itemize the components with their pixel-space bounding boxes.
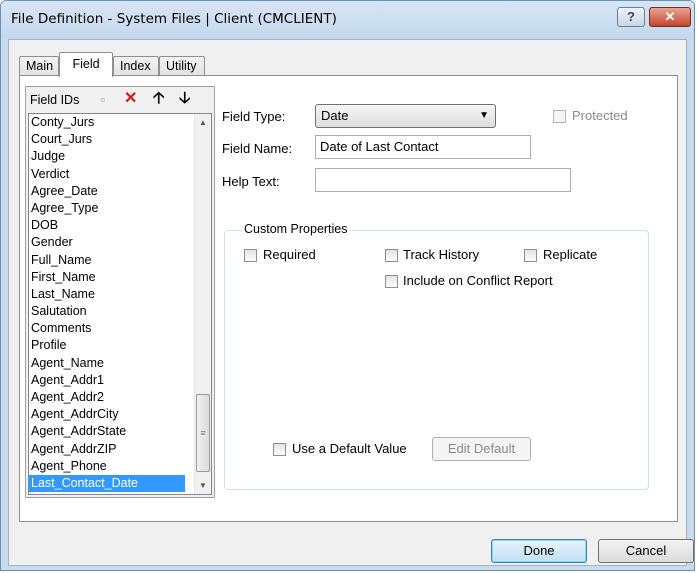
list-item[interactable]: Court_Jurs: [29, 131, 211, 148]
field-type-value: Date: [321, 108, 349, 123]
list-item[interactable]: Agent_AddrState: [29, 423, 211, 440]
delete-icon[interactable]: ✕: [124, 90, 137, 108]
scroll-down-arrow-icon[interactable]: ▼: [195, 477, 211, 494]
move-up-icon[interactable]: 🡡: [153, 90, 165, 108]
list-item[interactable]: Profile: [29, 337, 211, 354]
dialog-body: Main Field Index Utility Field IDs ▫ ✕ 🡡…: [8, 39, 694, 566]
edit-default-button[interactable]: Edit Default: [432, 437, 531, 461]
replicate-checkbox[interactable]: [524, 249, 537, 262]
field-type-select[interactable]: Date ▼: [315, 104, 496, 128]
track-history-label: Track History: [403, 247, 480, 262]
list-item[interactable]: Verdict: [29, 166, 211, 183]
list-item[interactable]: Agent_Addr2: [29, 389, 211, 406]
close-button[interactable]: ✕: [649, 7, 691, 27]
list-item[interactable]: Agent_Phone: [29, 458, 211, 475]
replicate-label: Replicate: [543, 247, 598, 262]
done-button[interactable]: Done: [491, 539, 587, 563]
help-button[interactable]: ?: [617, 7, 645, 27]
scroll-thumb[interactable]: ≡: [196, 394, 210, 472]
window-title: File Definition - System Files | Client …: [11, 11, 337, 27]
include-conflict-checkbox[interactable]: [385, 275, 398, 288]
field-type-label: Field Type:: [222, 109, 286, 124]
list-item[interactable]: Agent_Name: [29, 355, 211, 372]
list-item[interactable]: Agent_AddrZIP: [29, 441, 211, 458]
title-bar[interactable]: File Definition - System Files | Client …: [1, 1, 694, 39]
list-item[interactable]: Last_Contact_Date: [29, 474, 185, 493]
chevron-down-icon: ▼: [479, 110, 489, 121]
field-ids-list[interactable]: Conty_Jurs Court_Jurs Judge Verdict Agree_Da…: [28, 113, 212, 495]
list-item[interactable]: Agree_Type: [29, 200, 211, 217]
list-item[interactable]: Agent_AddrCity: [29, 406, 211, 423]
list-item[interactable]: Salutation: [29, 303, 211, 320]
help-text-input[interactable]: [315, 168, 571, 192]
list-item[interactable]: Last_Name: [29, 286, 211, 303]
new-icon[interactable]: ▫: [100, 90, 105, 108]
tab-index[interactable]: Index: [113, 56, 159, 76]
field-ids-header: Field IDs ▫ ✕ 🡡 🡣: [26, 87, 214, 113]
field-ids-group: Field IDs ▫ ✕ 🡡 🡣 Conty_Jurs Court_Jurs Ju…: [25, 86, 215, 498]
list-item[interactable]: Agent_Addr1: [29, 372, 211, 389]
default-value-label: Use a Default Value: [292, 441, 407, 456]
list-item[interactable]: Comments: [29, 320, 211, 337]
required-label: Required: [263, 247, 316, 262]
scroll-up-arrow-icon[interactable]: ▲: [195, 114, 211, 131]
list-item[interactable]: DOB: [29, 217, 211, 234]
default-value-checkbox[interactable]: [273, 443, 286, 456]
field-ids-label: Field IDs: [30, 93, 80, 107]
list-item[interactable]: First_Name: [29, 269, 211, 286]
field-name-label: Field Name:: [222, 141, 293, 156]
required-checkbox[interactable]: [244, 249, 257, 262]
field-name-input[interactable]: Date of Last Contact: [315, 135, 531, 159]
tab-utility[interactable]: Utility: [159, 56, 205, 76]
list-item[interactable]: Judge: [29, 148, 211, 165]
help-text-label: Help Text:: [222, 174, 280, 189]
protected-checkbox[interactable]: [553, 110, 566, 123]
list-item[interactable]: Full_Name: [29, 252, 211, 269]
list-item[interactable]: Gender: [29, 234, 211, 251]
custom-properties-title: Custom Properties: [242, 222, 350, 236]
move-down-icon[interactable]: 🡣: [179, 90, 191, 108]
list-scrollbar[interactable]: ▲ ≡ ▼: [194, 114, 211, 494]
file-definition-window: File Definition - System Files | Client …: [0, 0, 695, 571]
track-history-checkbox[interactable]: [385, 249, 398, 262]
tab-main[interactable]: Main: [19, 56, 59, 76]
tab-field[interactable]: Field: [59, 52, 113, 77]
list-item[interactable]: Agree_Date: [29, 183, 211, 200]
list-item[interactable]: Conty_Jurs: [29, 114, 211, 131]
include-conflict-label: Include on Conflict Report: [403, 273, 553, 288]
protected-label: Protected: [572, 108, 628, 123]
cancel-button[interactable]: Cancel: [598, 539, 694, 563]
